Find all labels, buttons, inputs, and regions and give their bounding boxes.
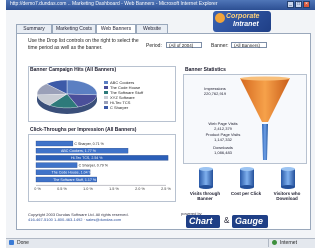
dundas-chart-logo: Chart [186,215,220,228]
bar-label: C Sharper, 0.79 % [79,163,109,167]
banner-select[interactable]: (All Banners) [231,42,267,48]
tick-label: 1.5 % [109,187,119,191]
dundas-gauge-logo: Gauge [232,215,268,228]
period-value: (All of 2004) [169,43,194,48]
bar-chart: C Sharper, 0.71 % ABC Cookers, 1.77 % Hi-T… [34,140,171,191]
legend-swatch [104,96,108,100]
brand-line1: Corporate [226,13,260,20]
ampersand: & [224,216,230,225]
bar-label: ABC Cookers, 1.77 % [61,149,97,153]
downloads-value: 1,086,483 [214,150,232,155]
gauge-logo-text: Gauge [235,216,264,226]
banner-value: (All Banners) [234,43,261,48]
close-button[interactable]: × [303,1,310,8]
tick-label: 2.5 % [161,187,171,191]
legend-swatch [104,106,108,110]
cylinder-gauges [199,167,295,189]
instructions-text: Use the Drop list controls on the right … [28,38,139,51]
pie-chart [36,79,98,114]
globe-icon [215,13,225,23]
tab-label: Marketing Costs [55,26,93,32]
stats-title: Banner Statistics [185,67,226,73]
product-value: 1,147,332 [214,137,232,142]
legend-swatch [104,81,108,85]
impressions-value: 220,762,919 [203,91,227,96]
legend-swatch [104,86,108,90]
bar[interactable] [35,140,74,147]
cylinder-label-cost: Cost per Click [230,191,262,196]
status-divider [268,239,269,247]
tick-label: 0.0 % [34,187,41,191]
minimize-button[interactable]: _ [287,1,294,8]
maximize-button[interactable]: □ [295,1,302,8]
tab-label: Website [143,26,161,32]
impressions-stat: Impressions 220,762,919 [192,86,238,96]
bar-label: Hi-Tec TCS, 2.54 % [71,156,103,160]
cylinder-label-downloads: Visitors who Download [273,191,301,201]
banner-label: Banner: [211,43,229,49]
cylinder-label-visits: Visits through Banner [189,191,221,201]
tab-label: Summary [23,26,45,32]
pie-slice[interactable] [66,79,98,96]
bar-label: C Sharper, 0.71 % [74,142,104,146]
tab-label: Web Banners [100,26,132,32]
title-bar: http://demo7.dundas.com .. Marketing Das… [6,0,315,10]
period-label: Period: [146,43,162,49]
bar-label: The Software Stuff, 1.17 % [53,178,97,182]
downloads-stat: Downloads 1,086,483 [192,145,254,155]
bar-title: Click-Throughs per Impression (All Banne… [30,127,137,133]
internet-zone-icon [272,240,277,245]
brand-line2: Intranet [233,21,259,28]
ie-page-icon [9,240,14,245]
status-text: Done [17,240,29,246]
legend-label: C Sharper [110,105,129,110]
chart-logo-text: Chart [189,216,213,226]
period-select[interactable]: (All of 2004) [166,42,202,48]
pie-title: Banner Campaign Hits (All Banners) [30,67,117,73]
window-title: http://demo7.dundas.com .. Marketing Das… [10,1,218,7]
legend-swatch [104,101,108,105]
tick-label: 0.5 % [57,187,67,191]
views-stat: Web Page Visits 2,412,379 [192,121,254,131]
bar[interactable] [35,162,78,168]
product-stat: Product Page Visits 1,147,332 [192,132,254,142]
views-value: 2,412,379 [214,126,232,131]
bar-label: The Code House, 1.04 % [52,171,93,175]
zone-text: Internet [280,240,297,246]
tick-label: 1.0 % [83,187,93,191]
legend-item: C Sharper [104,105,143,110]
contact-link[interactable]: 416-467-5100 1-800-463-1492 · sales@dund… [28,217,121,222]
pie-legend: ABC Cookers The Code House The Software St… [104,80,143,110]
tick-label: 2.0 % [135,187,145,191]
corporate-intranet-logo: Corporate Intranet [213,11,273,33]
legend-swatch [104,91,108,95]
browser-window: http://demo7.dundas.com .. Marketing Das… [6,0,315,248]
